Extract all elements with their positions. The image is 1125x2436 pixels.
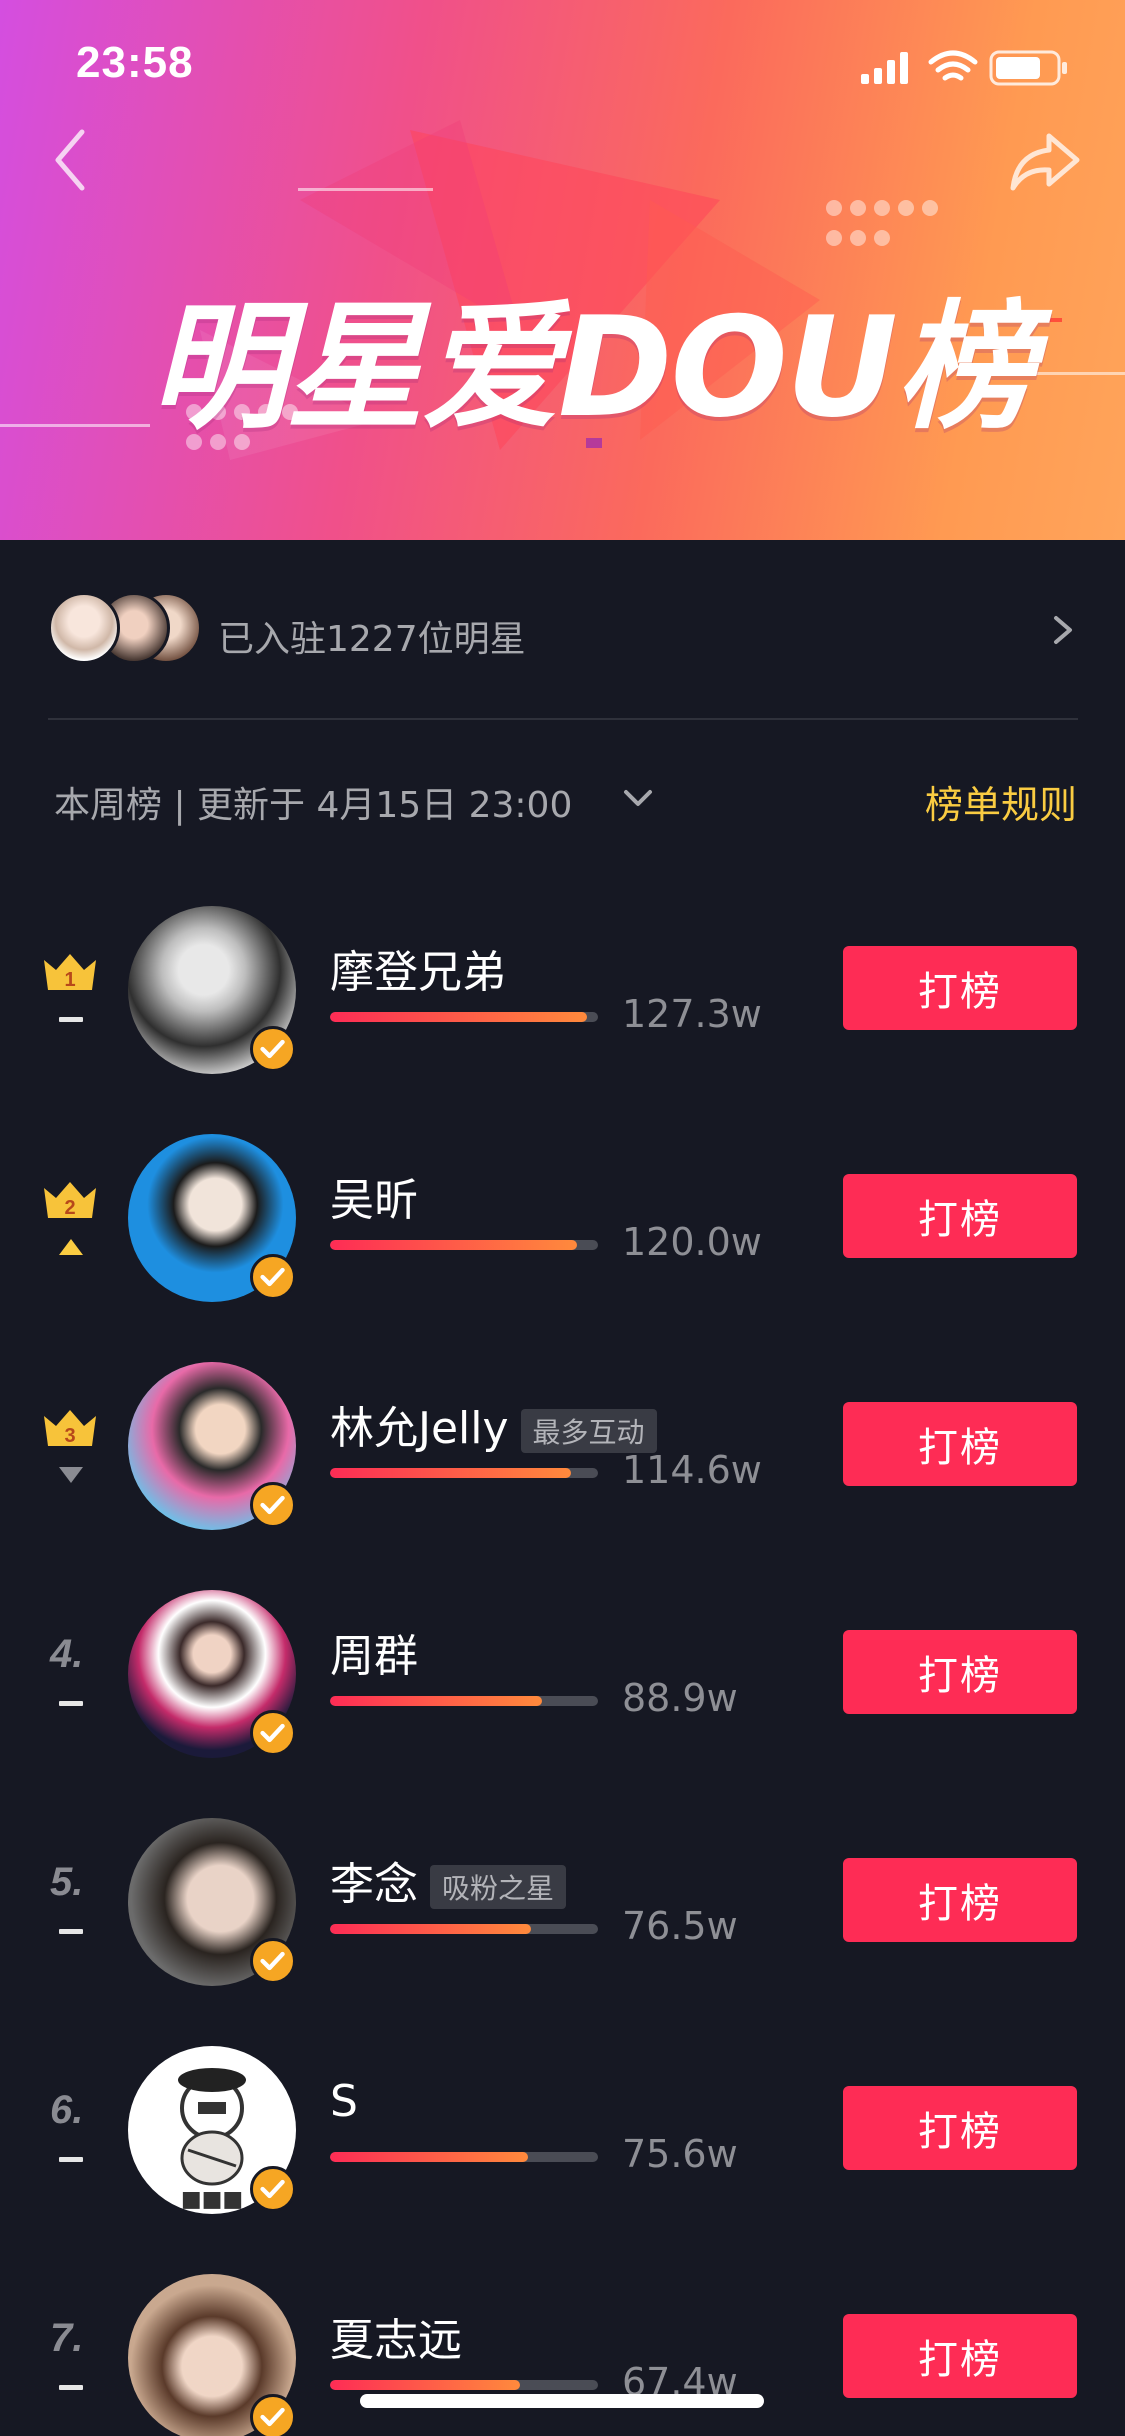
status-icons xyxy=(861,50,1067,86)
trend-flat-icon xyxy=(59,1929,83,1934)
star-name: 李念 吸粉之星 xyxy=(330,1848,567,1912)
chevron-right-icon xyxy=(1054,616,1072,644)
vote-button[interactable]: 打榜 xyxy=(843,946,1077,1030)
home-indicator[interactable] xyxy=(360,2394,764,2408)
badge-tag: 吸粉之星 xyxy=(430,1865,567,1909)
progress-bar xyxy=(330,1012,598,1022)
list-item[interactable]: 5. 李念 吸粉之星 76.5w 打榜 xyxy=(0,1818,1125,2046)
rank-number: 5. xyxy=(50,1860,84,1904)
vote-button[interactable]: 打榜 xyxy=(843,1174,1077,1258)
week-selector[interactable]: 本周榜 | 更新于 4月15日 23:00 xyxy=(54,776,572,828)
list-item[interactable]: 3 林允Jelly 最多互动 114.6w 打榜 xyxy=(0,1362,1125,1590)
vote-button[interactable]: 打榜 xyxy=(843,2314,1077,2398)
verified-icon xyxy=(250,1710,296,1756)
verified-icon xyxy=(250,1026,296,1072)
progress-bar xyxy=(330,1240,598,1250)
share-icon[interactable] xyxy=(1005,126,1085,196)
star-name: S xyxy=(330,2076,358,2127)
star-name: 周群 xyxy=(330,1631,418,1682)
progress-bar xyxy=(330,1468,598,1478)
vote-button[interactable]: 打榜 xyxy=(843,1630,1077,1714)
stars-count-text: 已入驻1227位明星 xyxy=(218,619,526,660)
battery-icon xyxy=(989,50,1067,86)
rank-number: 6. xyxy=(50,2088,84,2132)
wifi-icon xyxy=(928,50,978,81)
svg-text:■■■: ■■■ xyxy=(181,2187,243,2212)
chevron-down-icon[interactable] xyxy=(620,786,656,810)
svg-text:3: 3 xyxy=(64,1425,75,1447)
verified-icon xyxy=(250,1254,296,1300)
progress-bar xyxy=(330,2380,598,2390)
header-banner: 23:58 明星爱DOU榜 xyxy=(0,0,1125,540)
verified-icon xyxy=(250,2166,296,2212)
star-name: 林允Jelly 最多互动 xyxy=(330,1392,657,1456)
status-bar: 23:58 xyxy=(0,0,1125,140)
star-name: 夏志远 xyxy=(330,2315,462,2366)
verified-icon xyxy=(250,2394,296,2436)
rank-number: 7. xyxy=(50,2316,84,2360)
progress-bar xyxy=(330,2152,598,2162)
vote-button[interactable]: 打榜 xyxy=(843,2086,1077,2170)
score: 88.9w xyxy=(622,1676,738,1720)
list-item[interactable]: 4. 周群 88.9w 打榜 xyxy=(0,1590,1125,1818)
progress-fill xyxy=(330,1012,588,1022)
stars-count-row[interactable]: 已入驻1227位明星 xyxy=(48,580,1078,680)
list-item[interactable]: 1 摩登兄弟 127.3w 打榜 xyxy=(0,906,1125,1134)
trend-down-icon xyxy=(59,1467,83,1483)
back-icon[interactable] xyxy=(44,120,104,200)
progress-fill xyxy=(330,2380,521,2390)
list-item[interactable]: 6. ■■■ S 75.6w 打榜 xyxy=(0,2046,1125,2274)
progress-fill xyxy=(330,2152,529,2162)
trend-flat-icon xyxy=(59,1017,83,1022)
star-name: 摩登兄弟 xyxy=(330,947,506,998)
svg-text:1: 1 xyxy=(64,969,75,991)
mini-avatar xyxy=(48,592,120,664)
progress-bar xyxy=(330,1696,598,1706)
badge-tag: 最多互动 xyxy=(520,1409,657,1453)
list-item[interactable]: 2 吴昕 120.0w 打榜 xyxy=(0,1134,1125,1362)
progress-fill xyxy=(330,1468,572,1478)
crown-icon: 1 xyxy=(44,954,96,991)
vote-button[interactable]: 打榜 xyxy=(843,1402,1077,1486)
signal-icon xyxy=(861,52,908,84)
score: 75.6w xyxy=(622,2132,738,2176)
rules-link[interactable]: 榜单规则 xyxy=(925,774,1077,829)
mini-avatar-group xyxy=(48,592,208,668)
trend-up-icon xyxy=(59,1239,83,1255)
progress-fill xyxy=(330,1240,577,1250)
score: 120.0w xyxy=(622,1220,762,1264)
divider xyxy=(48,718,1078,720)
star-name: 吴昕 xyxy=(330,1175,418,1226)
list-item[interactable]: 7. 夏志远 67.4w 打榜 xyxy=(0,2274,1125,2436)
banner-title: 明星爱DOU榜 xyxy=(150,287,1034,448)
score: 127.3w xyxy=(622,992,762,1036)
progress-bar xyxy=(330,1924,598,1934)
svg-text:2: 2 xyxy=(64,1197,75,1219)
trend-flat-icon xyxy=(59,2157,83,2162)
status-time: 23:58 xyxy=(76,38,194,87)
progress-fill xyxy=(330,1924,531,1934)
verified-icon xyxy=(250,1482,296,1528)
crown-icon: 2 xyxy=(44,1182,96,1219)
score: 114.6w xyxy=(622,1448,762,1492)
progress-fill xyxy=(330,1696,542,1706)
crown-icon: 3 xyxy=(44,1410,96,1447)
score: 76.5w xyxy=(622,1904,738,1948)
trend-flat-icon xyxy=(59,2385,83,2390)
trend-flat-icon xyxy=(59,1701,83,1706)
verified-icon xyxy=(250,1938,296,1984)
rank-number: 4. xyxy=(50,1632,84,1676)
vote-button[interactable]: 打榜 xyxy=(843,1858,1077,1942)
